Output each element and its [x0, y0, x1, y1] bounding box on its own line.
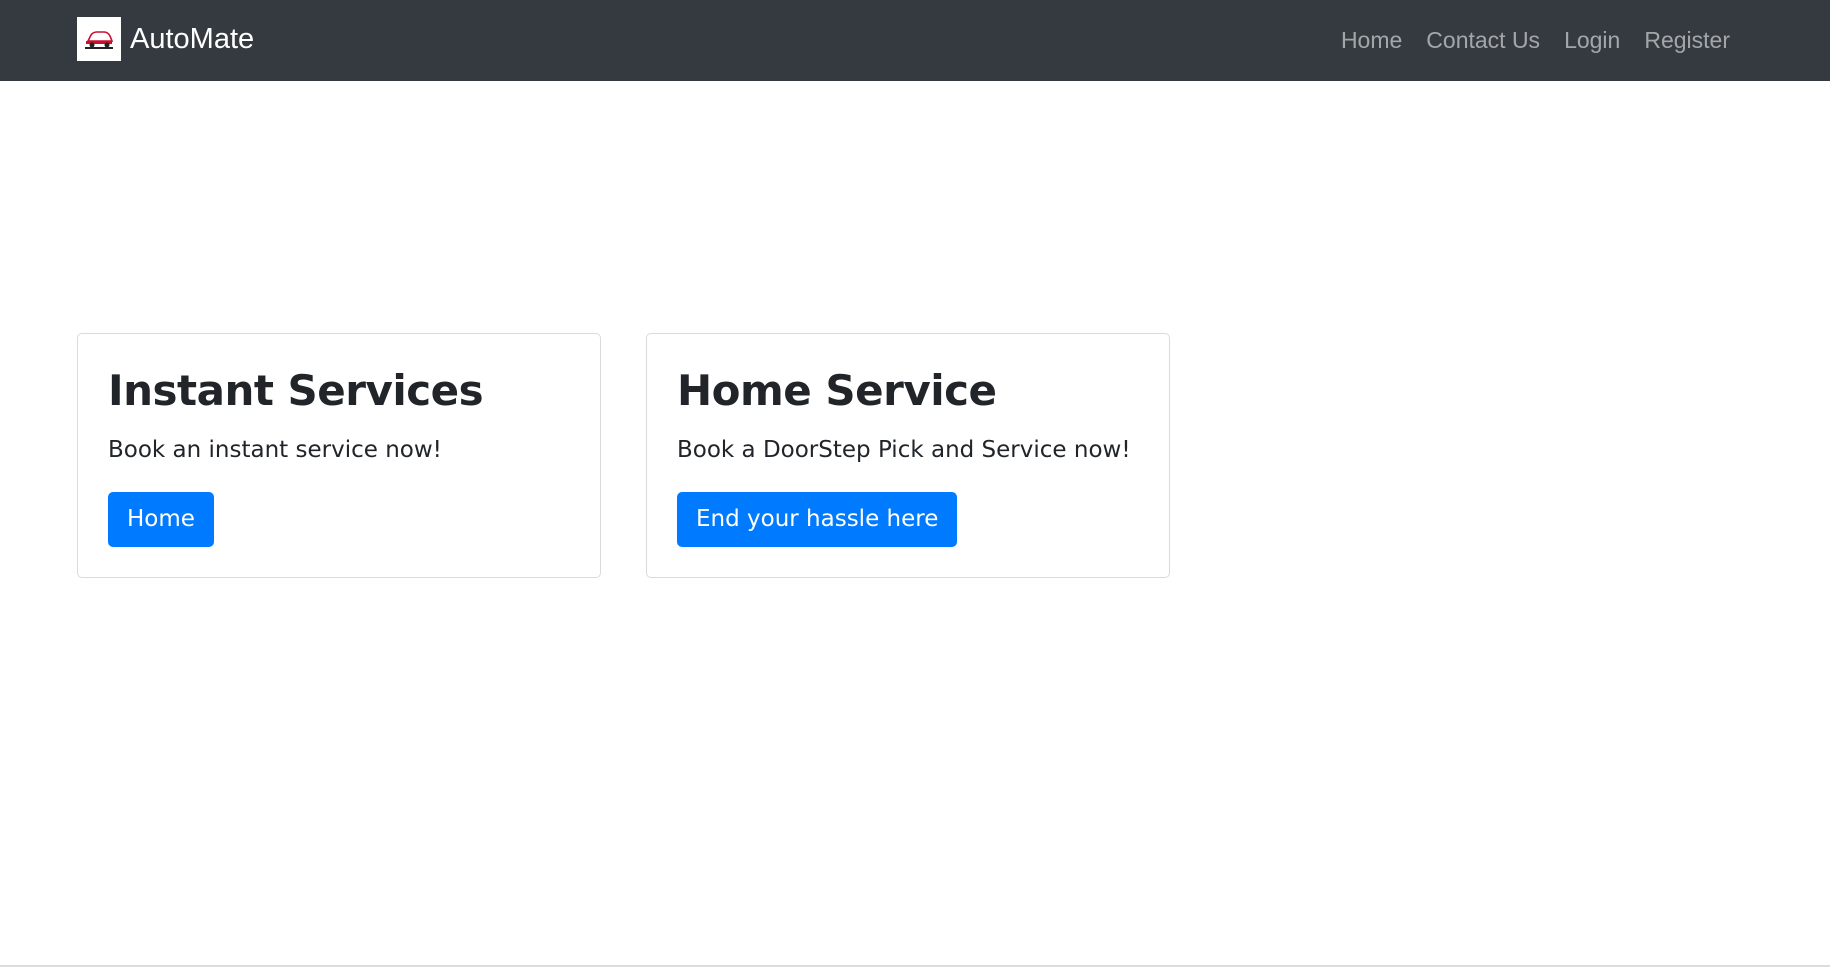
brand-name: AutoMate — [130, 23, 255, 55]
home-button[interactable]: Home — [108, 492, 214, 547]
brand-link[interactable]: AutoMate — [77, 17, 254, 61]
nav-link-home[interactable]: Home — [1341, 27, 1402, 54]
car-logo-icon — [77, 17, 121, 61]
nav-link-login[interactable]: Login — [1564, 27, 1620, 54]
home-service-card: Home Service Book a DoorStep Pick and Se… — [646, 333, 1170, 578]
card-title: Home Service — [677, 366, 997, 415]
nav-links: Home Contact Us Login Register — [1317, 0, 1730, 81]
instant-services-card: Instant Services Book an instant service… — [77, 333, 601, 578]
top-navbar: AutoMate Home Contact Us Login Register — [0, 0, 1830, 81]
nav-link-contact-us[interactable]: Contact Us — [1426, 27, 1540, 54]
card-title: Instant Services — [108, 366, 484, 415]
card-text: Book an instant service now! — [108, 437, 442, 463]
card-text: Book a DoorStep Pick and Service now! — [677, 437, 1131, 463]
end-your-hassle-button[interactable]: End your hassle here — [677, 492, 958, 547]
page-bottom-divider — [0, 965, 1830, 967]
nav-link-register[interactable]: Register — [1644, 27, 1730, 54]
